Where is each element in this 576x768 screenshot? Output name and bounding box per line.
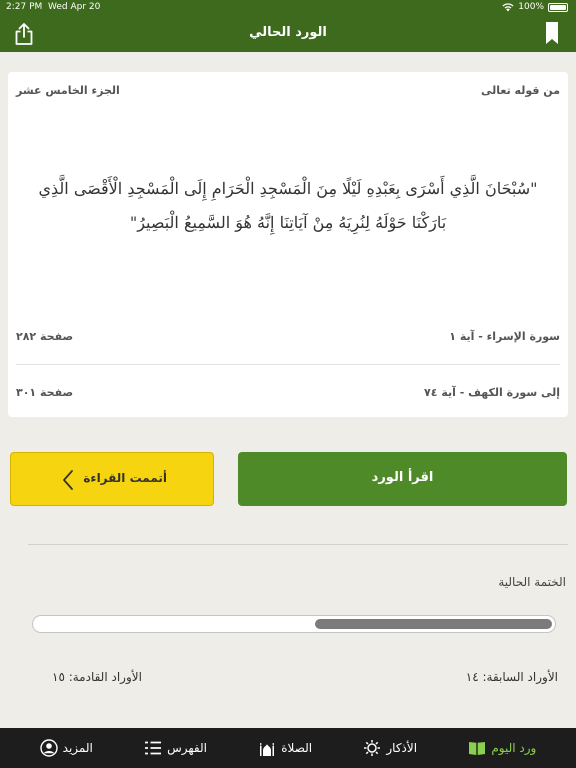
khatma-title: الختمة الحالية	[498, 575, 566, 589]
book-icon	[469, 742, 486, 755]
tab-bar: ورد اليوم الأذكار الصلاة الفهرس المزيد	[0, 728, 576, 768]
finish-reading-button[interactable]: أتممت القراءة	[10, 452, 214, 506]
user-icon	[39, 739, 58, 757]
tab-daily-wird[interactable]: ورد اليوم	[468, 739, 536, 757]
end-surah: إلى سورة الكهف - آية ٧٤	[424, 386, 560, 399]
tab-adhkar-label: الأذكار	[386, 741, 418, 755]
from-label: من قوله تعالى	[481, 84, 560, 97]
bookmark-icon[interactable]	[546, 22, 558, 44]
wird-card: من قوله تعالى الجزء الخامس عشر "سُبْحَان…	[8, 72, 568, 417]
section-divider	[28, 544, 568, 545]
khatma-progress-fill	[314, 619, 552, 629]
previous-awrad: الأوراد السابقة: ١٤	[465, 670, 558, 684]
tab-prayer-label: الصلاة	[281, 741, 313, 755]
tab-more-label: المزيد	[62, 741, 93, 755]
nav-bar: الورد الحالي	[0, 16, 576, 52]
tab-more[interactable]: المزيد	[39, 739, 93, 757]
juz-label: الجزء الخامس عشر	[16, 84, 120, 97]
wifi-icon	[502, 2, 514, 11]
end-row: إلى سورة الكهف - آية ٧٤ صفحة ٣٠١	[8, 386, 568, 406]
status-time: 2:27 PM	[6, 2, 43, 12]
battery-icon	[548, 2, 568, 12]
tab-index[interactable]: الفهرس	[144, 739, 207, 757]
sun-icon	[364, 740, 381, 756]
verse-text: "سُبْحَانَ الَّذِي أَسْرَى بِعَبْدِهِ لَ…	[38, 179, 538, 232]
khatma-progress-bar	[32, 615, 556, 633]
page-title: الورد الحالي	[249, 25, 327, 40]
tab-prayer[interactable]: الصلاة	[258, 739, 312, 757]
read-wird-button[interactable]: اقرأ الورد	[238, 452, 567, 506]
mosque-icon	[260, 743, 275, 756]
finish-reading-label: أتممت القراءة	[83, 471, 167, 485]
card-divider	[16, 364, 560, 365]
tab-adhkar[interactable]: الأذكار	[363, 739, 417, 757]
status-bar: 2:27 PM Wed Apr 20 100%	[0, 0, 576, 16]
battery-percent: 100%	[518, 2, 544, 12]
chevron-left-icon	[63, 470, 73, 490]
upcoming-awrad: الأوراد القادمة: ١٥	[52, 670, 142, 684]
status-date: Wed Apr 20	[48, 2, 101, 12]
start-row: سورة الإسراء - آية ١ صفحة ٢٨٢	[8, 330, 568, 350]
list-icon	[145, 741, 162, 755]
tab-daily-wird-label: ورد اليوم	[491, 741, 537, 755]
status-right: 100%	[502, 2, 568, 12]
end-page: صفحة ٣٠١	[16, 386, 74, 399]
tab-index-label: الفهرس	[167, 741, 207, 755]
start-page: صفحة ٢٨٢	[16, 330, 74, 343]
read-wird-label: اقرأ الورد	[371, 470, 434, 485]
start-surah: سورة الإسراء - آية ١	[449, 330, 560, 343]
